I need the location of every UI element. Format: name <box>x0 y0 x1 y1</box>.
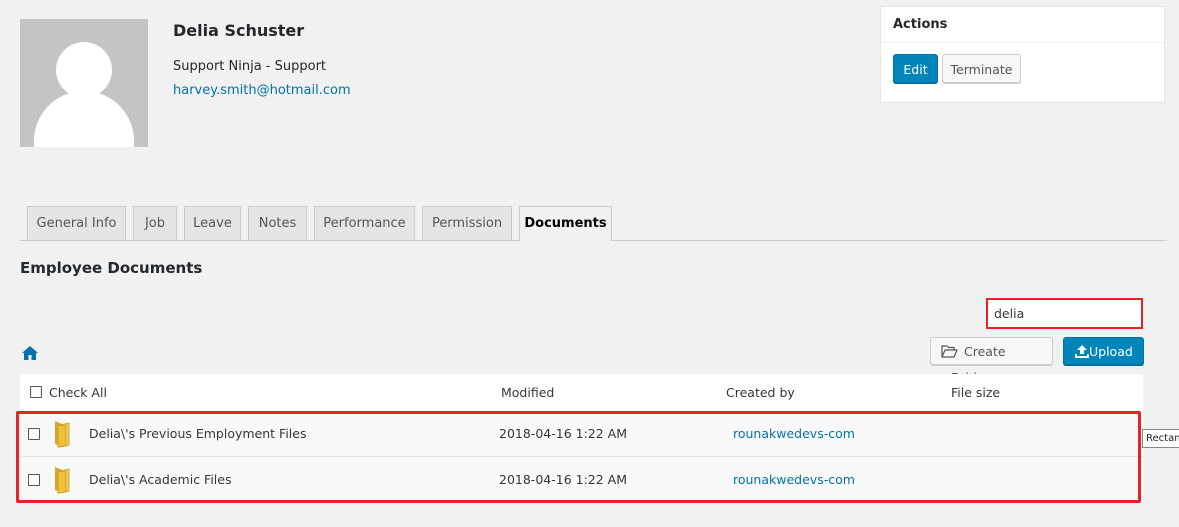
folder-open-icon <box>941 345 958 358</box>
employee-name: Delia Schuster <box>173 21 305 40</box>
tab-permission[interactable]: Permission <box>422 206 512 240</box>
upload-button[interactable]: Upload <box>1063 337 1144 365</box>
row-created-by-link[interactable]: rounakwedevs-com <box>733 426 855 441</box>
tab-documents[interactable]: Documents <box>519 206 612 241</box>
documents-table-header: Check All Modified Created by File size <box>20 374 1143 411</box>
row-name[interactable]: Delia\'s Academic Files <box>89 472 231 487</box>
tab-leave[interactable]: Leave <box>184 206 241 240</box>
upload-icon <box>1075 345 1089 358</box>
folder-icon <box>55 421 70 448</box>
row-modified: 2018-04-16 1:22 AM <box>499 472 627 487</box>
employee-role: Support Ninja - Support <box>173 59 327 74</box>
section-title: Employee Documents <box>20 259 203 277</box>
home-icon[interactable] <box>21 344 39 362</box>
tab-general-info[interactable]: General Info <box>27 206 126 240</box>
avatar-head-shape <box>56 42 112 98</box>
avatar <box>20 19 148 147</box>
column-modified[interactable]: Modified <box>501 385 554 400</box>
column-file-size[interactable]: File size <box>951 385 1000 400</box>
actions-title: Actions <box>893 17 948 32</box>
column-created-by[interactable]: Created by <box>726 385 795 400</box>
actions-divider <box>881 42 1164 43</box>
tab-notes[interactable]: Notes <box>248 206 307 240</box>
create-folder-button[interactable]: Create Folder <box>930 337 1053 385</box>
check-all-checkbox[interactable] <box>30 386 42 398</box>
folder-icon <box>55 467 70 494</box>
upload-label: Upload <box>1089 344 1133 359</box>
avatar-body-shape <box>34 91 134 147</box>
actions-panel: Actions Edit Terminate <box>880 6 1165 103</box>
employee-email-link[interactable]: harvey.smith@hotmail.com <box>173 83 351 98</box>
row-checkbox[interactable] <box>28 428 40 440</box>
tab-performance[interactable]: Performance <box>314 206 415 240</box>
edit-button[interactable]: Edit <box>893 54 938 83</box>
row-checkbox[interactable] <box>28 474 40 486</box>
tooltip: Rectan <box>1142 429 1179 448</box>
search-input[interactable] <box>986 298 1143 329</box>
column-check-all: Check All <box>49 385 107 400</box>
terminate-button[interactable]: Terminate <box>942 54 1021 83</box>
table-row[interactable]: Delia\'s Previous Employment Files 2018-… <box>20 411 1143 457</box>
row-modified: 2018-04-16 1:22 AM <box>499 426 627 441</box>
tab-job[interactable]: Job <box>133 206 177 240</box>
row-created-by-link[interactable]: rounakwedevs-com <box>733 472 855 487</box>
row-name[interactable]: Delia\'s Previous Employment Files <box>89 426 306 441</box>
table-row[interactable]: Delia\'s Academic Files 2018-04-16 1:22 … <box>20 457 1143 503</box>
